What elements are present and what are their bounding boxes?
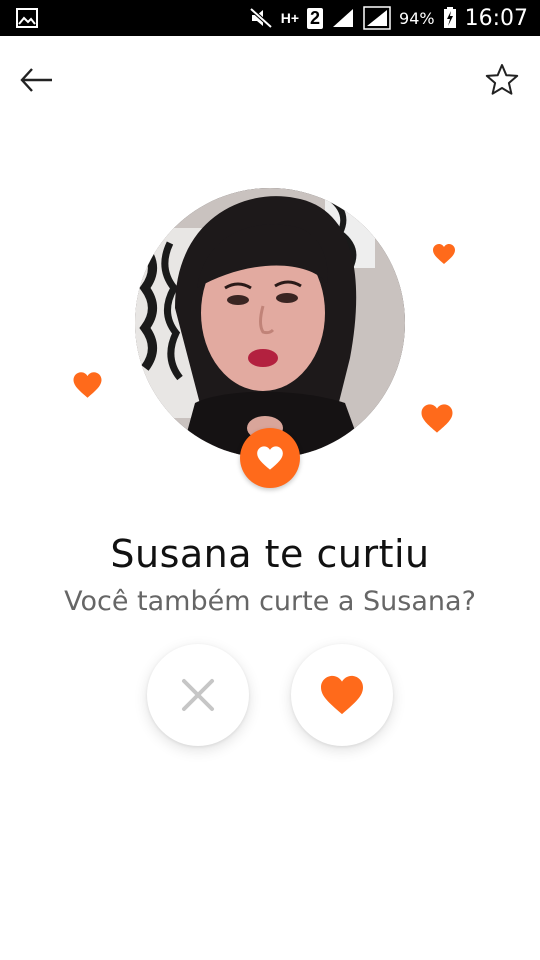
like-button[interactable] [291,644,393,746]
floating-heart-icon [73,372,102,398]
signal-icon-2 [363,6,391,30]
status-time: 16:07 [464,5,528,31]
floating-heart-icon [433,244,455,264]
heart-icon [257,446,283,470]
profile-avatar [135,188,405,458]
liked-badge [240,428,300,488]
battery-percent: 94% [399,8,435,28]
heart-icon [321,675,363,715]
status-bar: H+ 2 94% 16:07 [0,0,540,36]
status-icons: H+ 2 94% 16:07 [249,0,528,36]
gallery-notification-icon [16,8,38,28]
dislike-button[interactable] [147,644,249,746]
close-icon [182,679,214,711]
match-title: Susana te curtiu [110,532,430,576]
top-bar [0,36,540,122]
match-subtitle: Você também curte a Susana? [64,586,476,617]
battery-charging-icon [443,7,456,28]
favorite-button[interactable] [482,60,522,100]
avatar-photo [135,188,405,458]
mute-icon [249,7,273,29]
floating-heart-icon [421,404,453,433]
signal-icon [333,9,354,27]
arrow-left-icon [20,68,52,92]
network-type: H+ [280,10,300,26]
sim-slot-badge: 2 [307,7,324,29]
back-button[interactable] [16,60,56,100]
star-icon [485,64,519,95]
